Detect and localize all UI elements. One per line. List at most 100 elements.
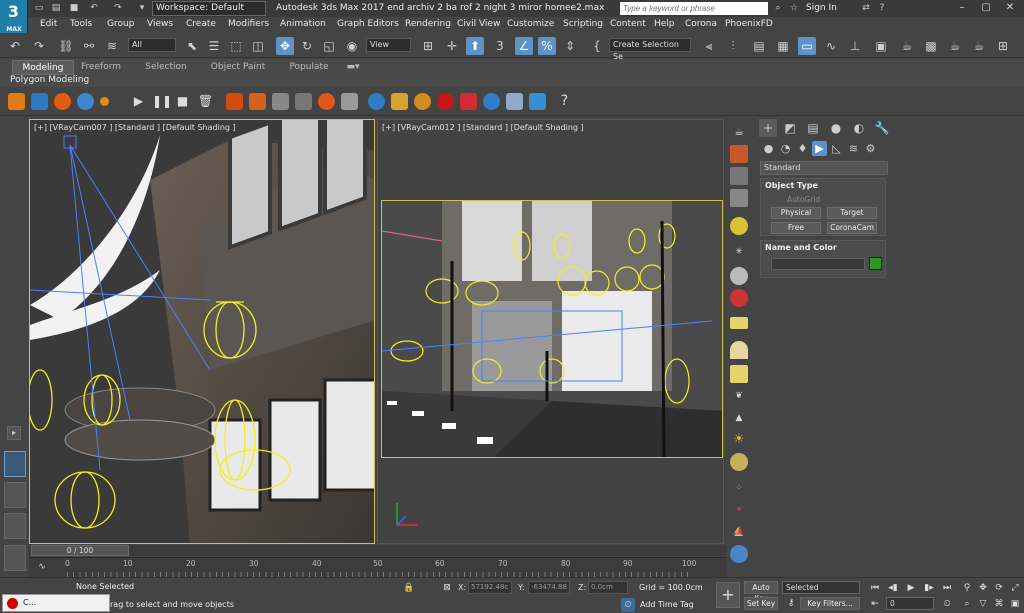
display-tab-icon[interactable]: ◐ [850,119,868,137]
menu-graph-editors[interactable]: Graph Editors [337,19,399,29]
z-coordinate-field[interactable]: 0.0cm [588,581,628,594]
viewport-config-icon[interactable]: ▣ [1008,597,1022,611]
menu-rendering[interactable]: Rendering [405,19,451,29]
help-icon[interactable]: ? [876,2,888,14]
splash-preset-icon[interactable] [529,93,546,110]
select-by-name-icon[interactable]: ☰ [205,37,223,55]
viewport-left[interactable]: [+] [VRayCam007 ] [Standard ] [Default S… [29,119,375,544]
sign-in-link[interactable]: Sign In [806,3,837,13]
honey-preset-icon[interactable] [460,93,477,110]
undo-icon[interactable]: ↶ [88,2,100,14]
modify-tab-icon[interactable]: ◩ [781,119,799,137]
particles-icon[interactable]: ⁘ [730,479,748,497]
walk-through-icon[interactable]: ⌘ [992,597,1006,611]
spinner-snap-icon[interactable]: ⇕ [561,37,579,55]
lights-icon[interactable]: ♦ [795,141,810,156]
dome-light-icon[interactable] [730,267,748,285]
layout-one-icon[interactable] [4,451,26,477]
scene-explorer-icon[interactable]: ▤ [750,37,768,55]
viewport-label[interactable]: [+] [VRayCam007 ] [Standard ] [Default S… [34,123,236,132]
box-icon[interactable] [730,365,748,383]
menu-create[interactable]: Create [186,19,216,29]
explosion-preset-icon[interactable] [249,93,266,110]
select-object-icon[interactable]: ⬉ [183,37,201,55]
render-cloud-icon[interactable]: ⊞ [994,37,1012,55]
phoenix-fire-icon[interactable] [8,93,25,110]
delete-cache-icon[interactable]: 🗑 [197,93,214,110]
material-editor-icon[interactable]: ▣ [872,37,890,55]
camera-icon[interactable] [730,289,748,307]
displace-icon[interactable]: ▲ [730,409,748,427]
sphere-icon[interactable] [730,341,748,359]
tab-object-paint[interactable]: Object Paint [206,60,270,75]
add-time-tag[interactable]: Add Time Tag [640,600,694,609]
stop-icon[interactable]: ■ [174,93,191,110]
zoom-icon[interactable]: ⌕ [960,597,974,611]
wave-preset-icon[interactable] [506,93,523,110]
bind-space-warp-icon[interactable]: ≋ [103,37,121,55]
curve-editor-icon[interactable]: ∿ [822,37,840,55]
autogrid-checkbox[interactable]: AutoGrid [787,195,820,204]
key-icon[interactable]: ⚷ [784,596,798,610]
phoenix-liquid-icon[interactable] [31,93,48,110]
ocean-preset-icon[interactable] [483,93,500,110]
create-tab-icon[interactable]: + [759,119,777,137]
goto-start-icon[interactable]: ⏮ [868,581,882,595]
rendered-frame-icon[interactable]: ▩ [922,37,940,55]
play-icon[interactable]: ▶ [130,93,147,110]
hierarchy-tab-icon[interactable]: ▤ [804,119,822,137]
viewport-label[interactable]: [+] [VRayCam012 ] [Standard ] [Default S… [382,123,584,132]
layer-explorer-icon[interactable]: ▦ [774,37,792,55]
molecule-icon[interactable]: ⚭ [730,501,748,519]
frame-buffer-icon[interactable] [730,167,748,185]
candle-preset-icon[interactable] [295,93,312,110]
goto-end-icon[interactable]: ⏭ [940,581,954,595]
tab-modeling[interactable]: Modeling [12,60,74,75]
unlink-icon[interactable]: ⚯ [80,37,98,55]
schematic-view-icon[interactable]: ⊥ [846,37,864,55]
x-coordinate-field[interactable]: 57192.48c [468,581,512,594]
manipulate-icon[interactable]: ✛ [443,37,461,55]
menu-scripting[interactable]: Scripting [563,19,603,29]
next-frame-icon[interactable]: ▮▸ [922,581,936,595]
ship-icon[interactable]: ⛵ [730,523,748,541]
save-icon[interactable]: ■ [68,2,80,14]
menu-help[interactable]: Help [654,19,675,29]
menu-edit[interactable]: Edit [40,19,57,29]
phoenix-source-icon[interactable] [54,93,71,110]
undo-icon[interactable]: ↶ [6,37,24,55]
corona-camera-button[interactable]: CoronaCam [827,222,877,234]
utilities-tab-icon[interactable]: 🔧 [873,119,891,137]
scale-icon[interactable]: ◱ [320,37,338,55]
move-icon[interactable]: ✥ [276,37,294,55]
motion-tab-icon[interactable]: ● [827,119,845,137]
beer-preset-icon[interactable] [391,93,408,110]
app-logo[interactable]: 3 MAX [0,0,28,36]
flame-preset-icon[interactable] [318,93,335,110]
sky-icon[interactable] [730,453,748,471]
current-frame-field[interactable]: 0 [886,597,934,610]
render-production-icon[interactable]: ☕ [946,37,964,55]
favorites-icon[interactable]: ☆ [788,2,800,14]
layout-four-icon[interactable] [4,545,26,571]
key-filters-button[interactable]: Key Filters... [800,597,860,610]
globe-icon[interactable] [730,545,748,563]
auto-key-button[interactable]: Auto Key [744,581,778,603]
close-icon[interactable]: ✕ [998,1,1022,15]
smoke-preset-icon[interactable] [272,93,289,110]
prev-frame-icon[interactable]: ◂▮ [886,581,900,595]
layout-three-icon[interactable] [4,513,26,539]
sun-icon[interactable]: ✳ [730,243,748,261]
menu-customize[interactable]: Customize [507,19,554,29]
object-color-swatch[interactable] [869,257,882,270]
plane-icon[interactable] [730,317,748,329]
rect-selection-icon[interactable]: ⬚ [227,37,245,55]
set-key-button[interactable]: Set Key [744,597,778,610]
expand-arrow-icon[interactable]: ▸ [7,426,21,440]
tab-populate[interactable]: Populate [282,60,336,75]
exchange-icon[interactable]: ⇄ [860,2,872,14]
project-icon[interactable]: ▾ [136,2,148,14]
systems-icon[interactable]: ⚙ [863,141,878,156]
set-key-icon[interactable]: + [716,582,740,608]
open-file-icon[interactable]: ▤ [50,2,62,14]
